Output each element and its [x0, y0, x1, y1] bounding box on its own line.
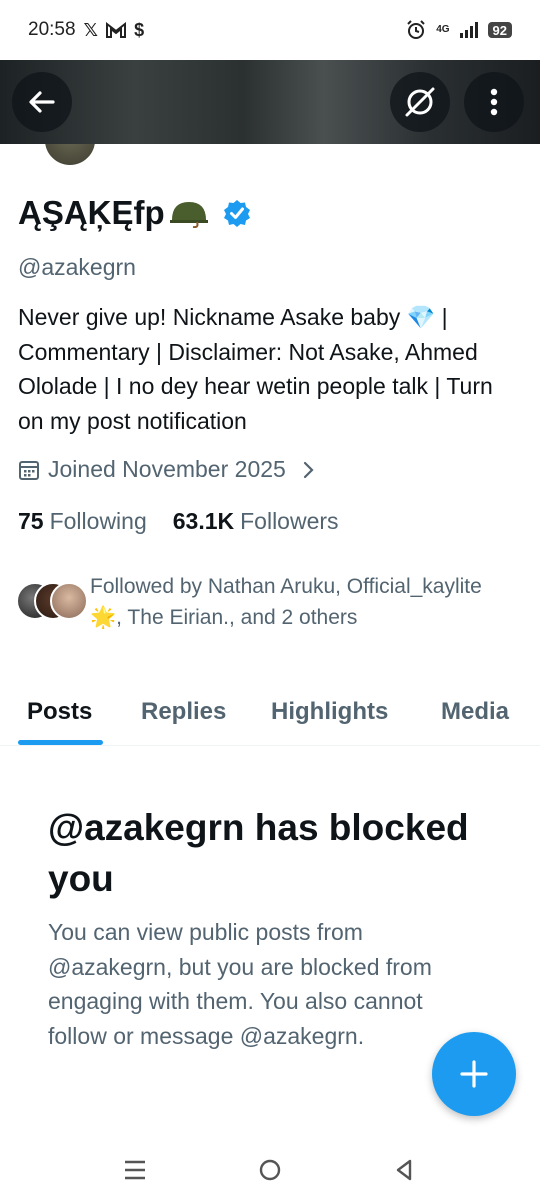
followers-link[interactable]: 63.1K Followers [173, 508, 339, 535]
signal-icon [459, 22, 478, 38]
alarm-icon [407, 20, 425, 39]
tab-replies[interactable]: Replies [141, 698, 226, 726]
compose-post-button[interactable] [432, 1032, 516, 1116]
blocked-message: You can view public posts from @azakegrn… [48, 919, 432, 1049]
tab-highlights[interactable]: Highlights [271, 698, 388, 726]
followers-label: Followers [240, 508, 339, 534]
battery-indicator: 92 [487, 22, 512, 38]
profile-bio: Never give up! Nickname Asake baby 💎 | C… [18, 304, 493, 434]
following-link[interactable]: 75 Following [18, 508, 147, 535]
calendar-icon [19, 460, 39, 480]
network-indicator: 4G [436, 24, 450, 35]
profile-tabs: Posts Replies Highlights Media [0, 684, 540, 746]
tab-media[interactable]: Media [441, 698, 509, 726]
grok-button[interactable] [390, 72, 450, 132]
plus-icon [460, 1060, 488, 1088]
mutual-avatar [50, 582, 88, 620]
mutual-avatars [16, 582, 88, 622]
following-count: 75 [18, 508, 44, 534]
gmail-icon [106, 22, 127, 38]
back-arrow-icon [29, 91, 55, 113]
menu-icon [125, 1160, 145, 1180]
back-button[interactable] [12, 72, 72, 132]
tab-posts[interactable]: Posts [27, 698, 92, 726]
back-triangle-icon [396, 1159, 412, 1181]
s-app-icon: $ [134, 19, 145, 40]
active-tab-indicator [18, 740, 103, 745]
joined-date-row[interactable]: Joined November 2025 [18, 456, 316, 483]
followers-count: 63.1K [172, 508, 235, 534]
blocked-title: @azakegrn has blocked you [48, 807, 469, 899]
display-name-row: ĄŞĄĶĘfp [18, 194, 251, 232]
grok-icon [405, 87, 435, 117]
home-button[interactable] [254, 1154, 286, 1186]
joined-date: Joined November 2025 [48, 456, 286, 482]
home-circle-icon [259, 1159, 281, 1181]
status-bar: 20:58 𝕏 $ 4G 92 [0, 0, 540, 60]
following-label: Following [49, 508, 147, 534]
system-nav-bar [0, 1140, 540, 1200]
status-time: 20:58 [28, 19, 76, 40]
military-helmet-icon [169, 202, 208, 228]
recent-apps-button[interactable] [119, 1154, 151, 1186]
more-options-button[interactable] [464, 72, 524, 132]
profile-handle: @azakegrn [18, 254, 136, 280]
verified-badge-icon[interactable] [223, 199, 251, 227]
back-nav-button[interactable] [388, 1154, 420, 1186]
chevron-right-icon [303, 461, 314, 478]
follow-counts: 75 Following 63.1K Followers [18, 508, 339, 535]
followed-by-text: Followed by Nathan Aruku, Official_kayli… [90, 575, 482, 629]
display-name: ĄŞĄĶĘfp [18, 194, 165, 231]
followed-by-row[interactable]: Followed by Nathan Aruku, Official_kayli… [16, 571, 490, 633]
more-vertical-icon [490, 88, 498, 116]
x-logo-icon: 𝕏 [83, 19, 99, 40]
